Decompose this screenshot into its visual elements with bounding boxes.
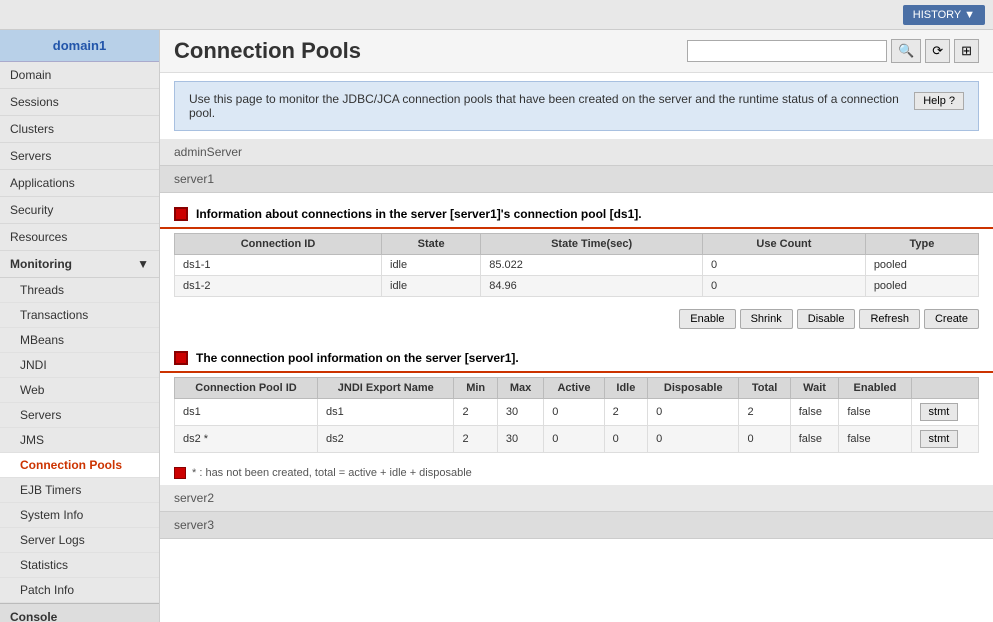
action-row: EnableShrinkDisableRefreshCreate [160, 305, 993, 337]
section2-table: Connection Pool IDJNDI Export NameMinMax… [174, 377, 979, 453]
sidebar-sub-jndi[interactable]: JNDI [0, 353, 159, 378]
section1-table-wrap: Connection IDStateState Time(sec)Use Cou… [160, 229, 993, 305]
section2-title: The connection pool information on the s… [196, 351, 519, 365]
sidebar-sub-threads[interactable]: Threads [0, 278, 159, 303]
sidebar-sub-server-logs[interactable]: Server Logs [0, 528, 159, 553]
sidebar-sub-ejb-timers[interactable]: EJB Timers [0, 478, 159, 503]
info-text: Use this page to monitor the JDBC/JCA co… [189, 92, 914, 120]
console-item[interactable]: Console [0, 603, 159, 622]
table-row: ds1ds12300202falsefalsestmt [175, 399, 979, 426]
sidebar-sub-patch-info[interactable]: Patch Info [0, 578, 159, 603]
sidebar-sub-mbeans[interactable]: MBeans [0, 328, 159, 353]
sidebar-item-clusters[interactable]: Clusters [0, 116, 159, 143]
section1-title: Information about connections in the ser… [196, 207, 642, 221]
note-row: * : has not been created, total = active… [160, 461, 993, 485]
stmt-button[interactable]: stmt [920, 403, 959, 421]
help-button[interactable]: Help ? [914, 92, 964, 110]
sidebar-item-applications[interactable]: Applications [0, 170, 159, 197]
main-content: Connection Pools 🔍 ⟳ ⊞ Use this page to … [160, 30, 993, 622]
sidebar-sub-system-info[interactable]: System Info [0, 503, 159, 528]
note-text: * : has not been created, total = active… [192, 467, 472, 479]
sidebar-sub-connection-pools[interactable]: Connection Pools [0, 453, 159, 478]
sidebar-item-resources[interactable]: Resources [0, 224, 159, 251]
monitoring-label: Monitoring [10, 257, 72, 271]
sidebar-item-domain[interactable]: Domain [0, 62, 159, 89]
search-button[interactable]: 🔍 [891, 39, 921, 63]
disable-button[interactable]: Disable [797, 309, 856, 329]
history-button[interactable]: HISTORY ▼ [903, 5, 985, 25]
section2-icon [174, 351, 188, 365]
server-row-server2: server2 [160, 485, 993, 512]
table-row: ds2 *ds22300000falsefalsestmt [175, 426, 979, 453]
sidebar-sub-statistics[interactable]: Statistics [0, 553, 159, 578]
monitoring-chevron: ▼ [137, 257, 149, 271]
sidebar-sub-servers-mon[interactable]: Servers [0, 403, 159, 428]
refresh-button[interactable]: ⟳ [925, 39, 950, 63]
sidebar: domain1 DomainSessionsClustersServersApp… [0, 30, 160, 622]
info-box: Use this page to monitor the JDBC/JCA co… [174, 81, 979, 131]
refresh-button[interactable]: Refresh [859, 309, 920, 329]
domain-header[interactable]: domain1 [0, 30, 159, 62]
sidebar-sub-web[interactable]: Web [0, 378, 159, 403]
table-row: ds1-1idle85.0220pooled [175, 255, 979, 276]
server-row-adminServer: adminServer [160, 139, 993, 166]
table-row: ds1-2idle84.960pooled [175, 276, 979, 297]
page-title: Connection Pools [174, 38, 361, 64]
server-row-server1: server1 [160, 166, 993, 193]
sidebar-sub-jms[interactable]: JMS [0, 428, 159, 453]
section2-table-wrap: Connection Pool IDJNDI Export NameMinMax… [160, 373, 993, 461]
sidebar-sub-transactions[interactable]: Transactions [0, 303, 159, 328]
create-button[interactable]: Create [924, 309, 979, 329]
section2-header: The connection pool information on the s… [160, 343, 993, 373]
monitoring-section[interactable]: Monitoring ▼ [0, 251, 159, 278]
section1-header: Information about connections in the ser… [160, 199, 993, 229]
search-area: 🔍 ⟳ ⊞ [687, 39, 979, 63]
shrink-button[interactable]: Shrink [740, 309, 793, 329]
section1-icon [174, 207, 188, 221]
search-input[interactable] [687, 40, 887, 62]
main-header: Connection Pools 🔍 ⟳ ⊞ [160, 30, 993, 73]
stmt-button[interactable]: stmt [920, 430, 959, 448]
sidebar-item-security[interactable]: Security [0, 197, 159, 224]
note-icon [174, 467, 186, 479]
sidebar-item-servers[interactable]: Servers [0, 143, 159, 170]
export-button[interactable]: ⊞ [954, 39, 979, 63]
section1-table: Connection IDStateState Time(sec)Use Cou… [174, 233, 979, 297]
enable-button[interactable]: Enable [679, 309, 735, 329]
sidebar-item-sessions[interactable]: Sessions [0, 89, 159, 116]
server-row-server3: server3 [160, 512, 993, 539]
top-bar: HISTORY ▼ [0, 0, 993, 30]
